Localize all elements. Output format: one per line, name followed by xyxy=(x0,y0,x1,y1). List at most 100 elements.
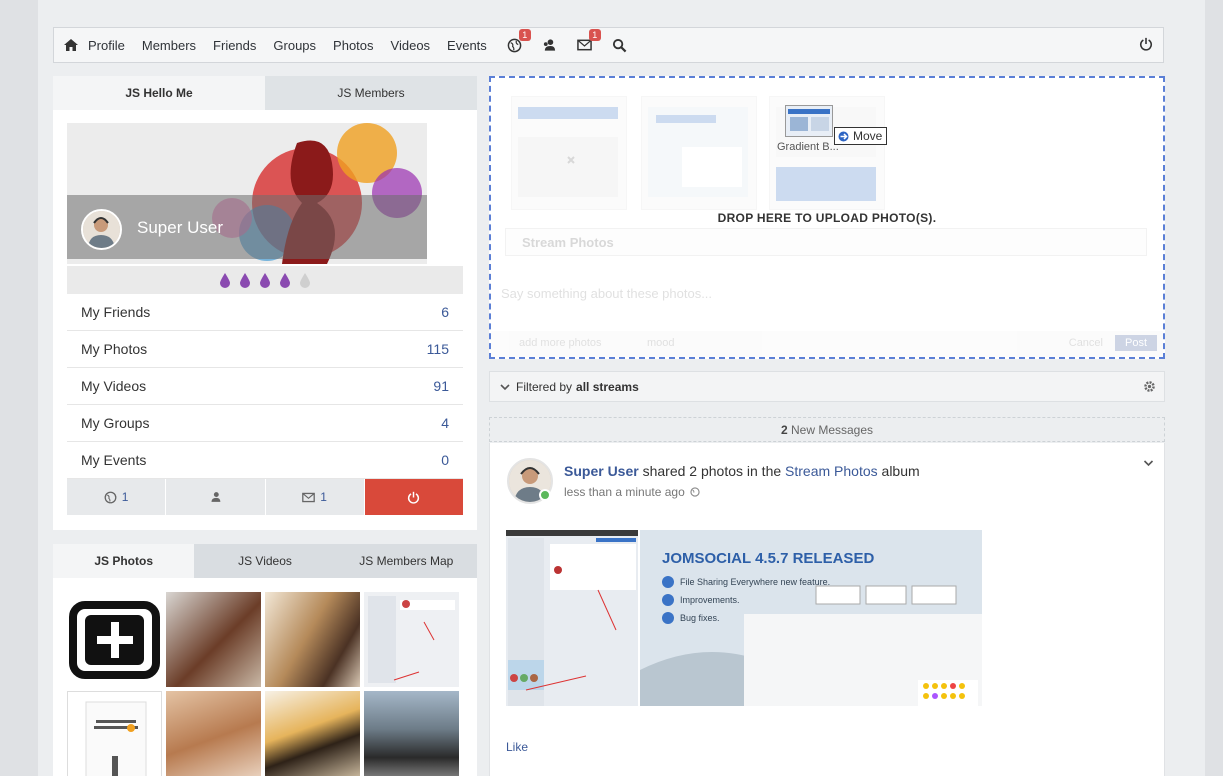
nav-events[interactable]: Events xyxy=(447,38,487,53)
photo-caption-input[interactable]: Say something about these photos... xyxy=(501,286,712,301)
stream-filter[interactable]: Filtered by all streams xyxy=(489,371,1165,402)
stat-label: My Friends xyxy=(81,304,151,320)
dragged-file-art xyxy=(788,109,830,131)
new-messages-banner[interactable]: 2 New Messages xyxy=(489,417,1165,442)
nav-profile[interactable]: Profile xyxy=(88,38,125,53)
upload-footer: add more photos mood Cancel Post xyxy=(491,331,1163,357)
screenshot-art xyxy=(368,596,455,683)
stat-events[interactable]: My Events 0 xyxy=(67,442,463,479)
logout-button[interactable] xyxy=(364,479,463,515)
bullet-text: Bug fixes. xyxy=(680,613,720,623)
photo-thumbnail[interactable] xyxy=(265,691,360,776)
karma-drop-icon xyxy=(240,272,250,288)
activity-post: Super User shared 2 photos in the Stream… xyxy=(489,443,1165,776)
add-photo-icon xyxy=(69,601,160,679)
post-time-text[interactable]: less than a minute ago xyxy=(564,485,685,499)
upload-preview xyxy=(641,96,757,210)
karma-drop-empty-icon xyxy=(300,272,310,288)
nav-photos[interactable]: Photos xyxy=(333,38,373,53)
public-globe-icon xyxy=(690,487,700,497)
top-navigation: Profile Members Friends Groups Photos Vi… xyxy=(53,27,1164,63)
new-messages-count: 2 xyxy=(780,423,788,437)
dragged-file-preview xyxy=(785,105,833,137)
photo-thumbnail[interactable] xyxy=(265,592,360,687)
post-photo[interactable] xyxy=(506,530,638,706)
product-art xyxy=(85,701,147,776)
nav-friends[interactable]: Friends xyxy=(213,38,256,53)
post-author-link[interactable]: Super User xyxy=(564,463,639,479)
tab-js-videos[interactable]: JS Videos xyxy=(194,544,336,578)
mail-icon xyxy=(302,492,316,502)
stat-label: My Groups xyxy=(81,415,150,431)
photo-thumbnail[interactable] xyxy=(364,592,459,687)
photos-tabs: JS Photos JS Videos JS Members Map xyxy=(53,544,477,578)
search-icon[interactable] xyxy=(609,34,631,56)
tab-js-members-map[interactable]: JS Members Map xyxy=(335,544,477,578)
post-button[interactable]: Post xyxy=(1114,335,1157,351)
cancel-button[interactable]: Cancel xyxy=(1069,337,1103,349)
nav-videos[interactable]: Videos xyxy=(391,38,431,53)
add-more-photos-link[interactable]: add more photos xyxy=(519,337,602,349)
messages-button[interactable]: 1 xyxy=(265,479,364,515)
online-status-indicator xyxy=(539,489,551,501)
photo-thumbnail[interactable] xyxy=(364,691,459,776)
post-photo-bullet: File Sharing Everywhere new feature. xyxy=(662,576,830,588)
notifications-button[interactable]: 1 xyxy=(67,479,166,515)
tab-hello-me[interactable]: JS Hello Me xyxy=(53,76,265,110)
chevron-down-icon xyxy=(500,383,510,390)
home-icon[interactable] xyxy=(54,38,88,52)
post-photo-title: JOMSOCIAL 4.5.7 RELEASED xyxy=(662,550,875,567)
post-photo-art xyxy=(506,530,638,706)
power-icon xyxy=(408,491,420,504)
post-action-text: shared 2 photos in the xyxy=(642,463,782,479)
stat-videos[interactable]: My Videos 91 xyxy=(67,368,463,405)
karma-drop-icon xyxy=(260,272,270,288)
stat-label: My Events xyxy=(81,452,147,468)
add-photo-tile[interactable] xyxy=(67,592,162,687)
stat-value: 6 xyxy=(441,304,449,320)
photo-thumbnail[interactable] xyxy=(166,592,261,687)
like-button[interactable]: Like xyxy=(506,740,528,754)
move-tooltip: Move xyxy=(834,127,888,145)
power-icon[interactable] xyxy=(1139,37,1153,54)
stat-label: My Videos xyxy=(81,378,147,394)
bullet-text: File Sharing Everywhere new feature. xyxy=(680,577,831,587)
profile-cover[interactable]: Super User xyxy=(67,123,427,264)
friend-requests-icon[interactable] xyxy=(539,34,561,56)
move-tooltip-label: Move xyxy=(853,129,883,143)
karma-drop-icon xyxy=(280,272,290,288)
mail-icon[interactable]: 1 xyxy=(574,29,601,56)
photo-thumbnail[interactable] xyxy=(67,691,162,776)
dragged-file-name: Gradient B... xyxy=(777,141,839,153)
nav-groups[interactable]: Groups xyxy=(273,38,316,53)
post-photo-bullet: Improvements. xyxy=(662,594,740,606)
drop-here-label: DROP HERE TO UPLOAD PHOTO(S). xyxy=(717,211,937,225)
stat-groups[interactable]: My Groups 4 xyxy=(67,405,463,442)
mood-button[interactable]: mood xyxy=(647,337,675,349)
friend-requests-button[interactable] xyxy=(166,479,265,515)
album-select[interactable]: Stream Photos xyxy=(505,228,1147,256)
stat-label: My Photos xyxy=(81,341,148,357)
photos-module: JS Photos JS Videos JS Members Map xyxy=(53,544,477,776)
post-album-link[interactable]: Stream Photos xyxy=(785,463,878,479)
nav-members[interactable]: Members xyxy=(142,38,196,53)
post-options-chevron-icon[interactable] xyxy=(1143,459,1154,467)
photo-upload-dropzone[interactable]: Gradient B... Move DROP HERE TO UPLOAD P… xyxy=(489,76,1165,359)
friend-icon xyxy=(211,492,221,502)
hello-me-module: JS Hello Me JS Members Super User My Fri… xyxy=(53,76,477,530)
post-suffix-text: album xyxy=(881,463,920,479)
cover-user-name[interactable]: Super User xyxy=(137,218,223,238)
messages-count: 1 xyxy=(320,490,327,504)
tab-js-photos[interactable]: JS Photos xyxy=(53,544,195,578)
globe-notification-icon[interactable]: 1 xyxy=(504,29,531,56)
hello-tabs: JS Hello Me JS Members xyxy=(53,76,477,110)
post-photo[interactable]: JOMSOCIAL 4.5.7 RELEASED File Sharing Ev… xyxy=(640,530,982,706)
stat-photos[interactable]: My Photos 115 xyxy=(67,331,463,368)
stat-friends[interactable]: My Friends 6 xyxy=(67,294,463,331)
user-avatar[interactable] xyxy=(81,209,122,250)
tab-members[interactable]: JS Members xyxy=(265,76,477,110)
gear-icon[interactable] xyxy=(1143,380,1156,393)
post-photo-bullet: Bug fixes. xyxy=(662,612,720,624)
photo-thumbnail[interactable] xyxy=(166,691,261,776)
preview-art xyxy=(648,107,748,197)
